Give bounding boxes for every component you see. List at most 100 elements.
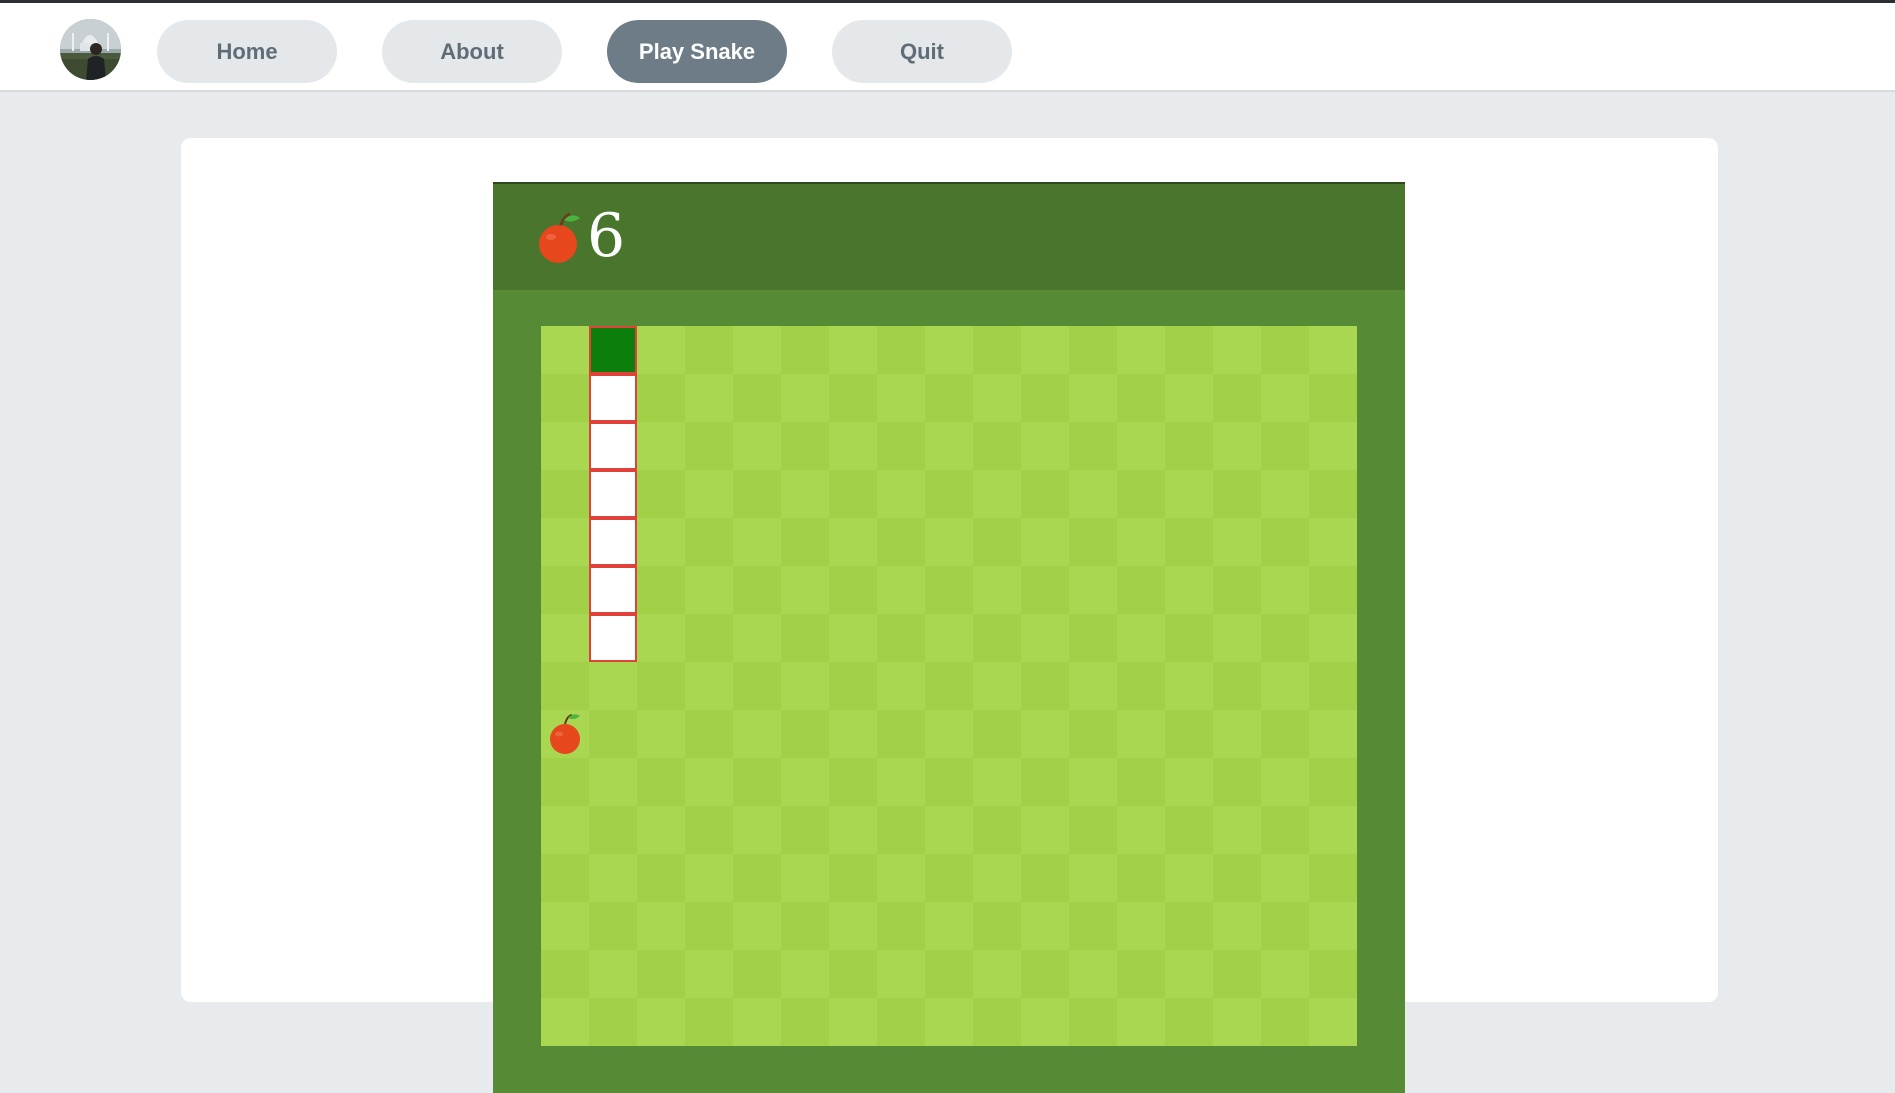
board-cell bbox=[1021, 518, 1069, 566]
board-cell bbox=[1213, 950, 1261, 998]
board-cell bbox=[1309, 326, 1357, 374]
board-cell bbox=[1261, 566, 1309, 614]
board-cell bbox=[733, 326, 781, 374]
game-board[interactable] bbox=[541, 326, 1357, 1046]
board-cell bbox=[541, 566, 589, 614]
snake-body-segment bbox=[589, 566, 637, 614]
board-cell bbox=[925, 518, 973, 566]
board-cell bbox=[589, 902, 637, 950]
board-cell bbox=[1213, 614, 1261, 662]
board-cell bbox=[541, 470, 589, 518]
board-cell bbox=[1069, 998, 1117, 1046]
board-cell bbox=[781, 950, 829, 998]
board-cell bbox=[1069, 902, 1117, 950]
board-cell bbox=[1213, 374, 1261, 422]
board-cell bbox=[1117, 854, 1165, 902]
board-cell bbox=[877, 566, 925, 614]
board-cell bbox=[973, 470, 1021, 518]
board-cell bbox=[589, 662, 637, 710]
snake-body-segment bbox=[589, 422, 637, 470]
board-cell bbox=[685, 470, 733, 518]
board-cell bbox=[877, 710, 925, 758]
board-cell bbox=[877, 518, 925, 566]
nav-home-button[interactable]: Home bbox=[157, 20, 337, 83]
board-cell bbox=[1117, 662, 1165, 710]
board-cell bbox=[637, 518, 685, 566]
board-cell bbox=[685, 326, 733, 374]
board-cell bbox=[685, 518, 733, 566]
board-cell bbox=[829, 902, 877, 950]
board-cell bbox=[1069, 422, 1117, 470]
board-cell bbox=[685, 902, 733, 950]
board-cell bbox=[541, 950, 589, 998]
board-cell bbox=[925, 374, 973, 422]
board-cell bbox=[1117, 998, 1165, 1046]
board-cell bbox=[973, 758, 1021, 806]
board-cell bbox=[925, 470, 973, 518]
board-cell bbox=[541, 326, 589, 374]
board-cell bbox=[973, 950, 1021, 998]
board-cell bbox=[1309, 710, 1357, 758]
board-cell bbox=[685, 374, 733, 422]
board-cell bbox=[781, 470, 829, 518]
board-cell bbox=[877, 806, 925, 854]
board-cell bbox=[733, 758, 781, 806]
board-cell bbox=[733, 422, 781, 470]
board-cell bbox=[1069, 326, 1117, 374]
board-cell bbox=[541, 518, 589, 566]
board-cell bbox=[1117, 950, 1165, 998]
board-cell bbox=[1261, 614, 1309, 662]
board-cell bbox=[877, 326, 925, 374]
board-cell bbox=[1309, 518, 1357, 566]
board-cell bbox=[1069, 470, 1117, 518]
board-cell bbox=[637, 998, 685, 1046]
board-cell bbox=[1309, 806, 1357, 854]
board-cell bbox=[877, 902, 925, 950]
board-cell bbox=[781, 662, 829, 710]
top-navigation-bar: Home About Play Snake Quit bbox=[0, 0, 1895, 92]
board-cell bbox=[1309, 662, 1357, 710]
board-cell bbox=[1165, 710, 1213, 758]
board-cell bbox=[733, 902, 781, 950]
board-cell bbox=[1309, 566, 1357, 614]
board-cell bbox=[733, 518, 781, 566]
board-cell bbox=[781, 998, 829, 1046]
board-cell bbox=[781, 758, 829, 806]
board-cell bbox=[829, 806, 877, 854]
board-cell bbox=[637, 902, 685, 950]
nav-play-snake-button[interactable]: Play Snake bbox=[607, 20, 787, 83]
board-cell bbox=[877, 998, 925, 1046]
board-cell bbox=[1117, 614, 1165, 662]
board-cell bbox=[589, 854, 637, 902]
board-cell bbox=[1213, 566, 1261, 614]
board-cell bbox=[733, 854, 781, 902]
board-cell bbox=[781, 854, 829, 902]
board-cell bbox=[1165, 422, 1213, 470]
board-cell bbox=[637, 710, 685, 758]
avatar[interactable] bbox=[60, 19, 121, 80]
board-cell bbox=[1309, 902, 1357, 950]
nav-quit-button[interactable]: Quit bbox=[832, 20, 1012, 83]
board-cell bbox=[637, 566, 685, 614]
board-cell bbox=[973, 806, 1021, 854]
board-cell bbox=[637, 806, 685, 854]
board-cell bbox=[925, 566, 973, 614]
snake-game[interactable]: 6 bbox=[493, 182, 1405, 1093]
board-cell bbox=[1309, 614, 1357, 662]
board-cell bbox=[733, 710, 781, 758]
board-cell bbox=[925, 998, 973, 1046]
board-cell bbox=[685, 422, 733, 470]
board-cell bbox=[925, 662, 973, 710]
nav-about-button[interactable]: About bbox=[382, 20, 562, 83]
board-cell bbox=[925, 710, 973, 758]
board-cell bbox=[541, 374, 589, 422]
game-header: 6 bbox=[493, 182, 1405, 290]
board-cell bbox=[685, 758, 733, 806]
board-cell bbox=[925, 950, 973, 998]
apple-icon bbox=[539, 212, 580, 263]
board-cell bbox=[1165, 326, 1213, 374]
board-cell bbox=[877, 950, 925, 998]
board-cell bbox=[1165, 806, 1213, 854]
board-cell bbox=[877, 758, 925, 806]
board-cell bbox=[1117, 470, 1165, 518]
